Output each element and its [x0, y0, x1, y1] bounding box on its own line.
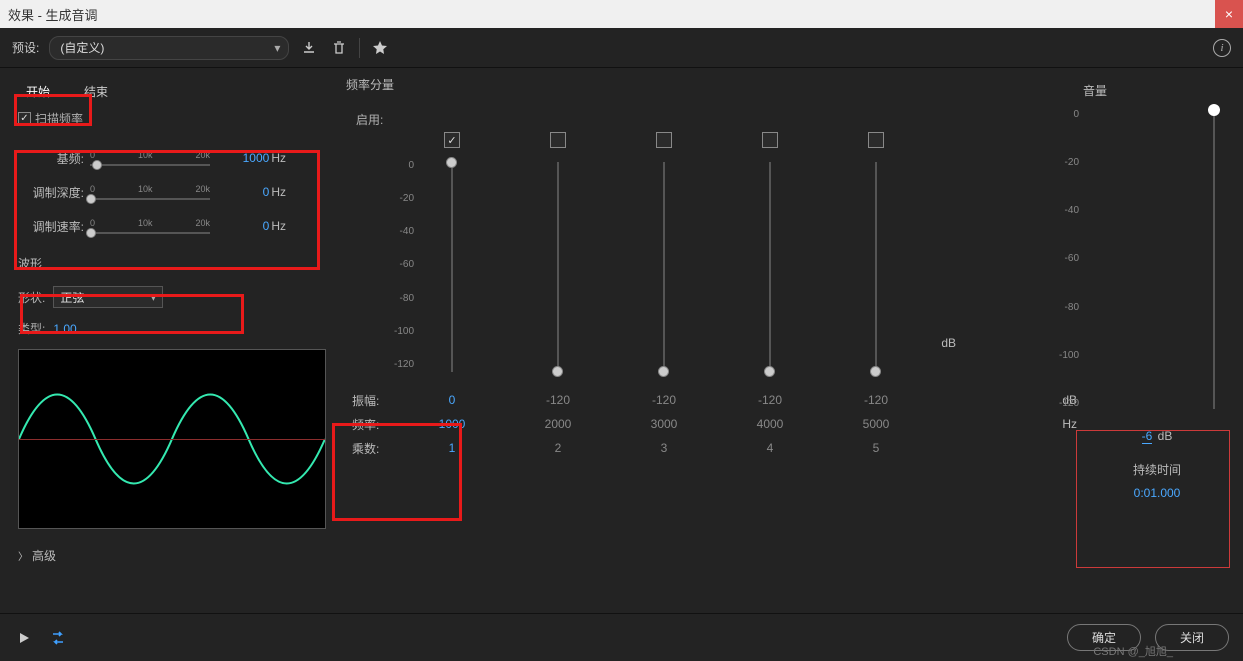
freq-amp-slider-1[interactable]: [451, 162, 453, 372]
amp-value-3[interactable]: -120: [624, 393, 704, 407]
sweep-label: 扫描频率: [35, 110, 83, 127]
type-value[interactable]: 1.00: [53, 322, 76, 336]
db-unit-label: dB: [941, 336, 956, 350]
freq-enable-checkbox-5[interactable]: [868, 132, 884, 148]
preset-label: 预设:: [12, 39, 39, 56]
save-preset-icon[interactable]: [299, 38, 319, 58]
mod-rate-label: 调制速率:: [18, 218, 84, 235]
play-icon[interactable]: [14, 628, 34, 648]
advanced-label: 高级: [32, 547, 56, 564]
mult-value-3[interactable]: 3: [624, 441, 704, 455]
volume-unit: dB: [1158, 429, 1173, 443]
chevron-right-icon: 〉: [18, 548, 28, 563]
preset-dropdown[interactable]: (自定义): [49, 36, 289, 60]
sweep-checkbox[interactable]: ✓: [18, 112, 31, 125]
freq-value-2[interactable]: 2000: [518, 417, 598, 431]
title-bar: 效果 - 生成音调: [0, 0, 1243, 28]
freq-enable-checkbox-2[interactable]: [550, 132, 566, 148]
base-freq-label: 基频:: [18, 150, 84, 167]
window-title: 效果 - 生成音调: [8, 5, 98, 24]
mult-label: 乘数:: [346, 440, 412, 457]
mult-value-5[interactable]: 5: [836, 441, 916, 455]
enable-label: 启用:: [350, 111, 416, 128]
freq-column-1: ✓: [412, 132, 492, 372]
bottom-bar: 确定 关闭: [0, 613, 1243, 661]
freq-value-5[interactable]: 5000: [836, 417, 916, 431]
preset-value: (自定义): [60, 39, 104, 56]
frequency-sliders: 基频: 010k20k 1000Hz 调制深度: 010k20k 0Hz: [12, 137, 332, 247]
mod-rate-value[interactable]: 0: [263, 219, 270, 233]
duration-label: 持续时间: [1083, 461, 1231, 478]
freq-enable-checkbox-1[interactable]: ✓: [444, 132, 460, 148]
mod-depth-slider[interactable]: [90, 198, 210, 200]
freq-enable-checkbox-4[interactable]: [762, 132, 778, 148]
mod-rate-slider[interactable]: [90, 232, 210, 234]
mult-value-1[interactable]: 1: [412, 441, 492, 455]
amp-value-1[interactable]: 0: [412, 393, 492, 407]
freq-enable-checkbox-3[interactable]: [656, 132, 672, 148]
top-toolbar: 预设: (自定义) i: [0, 28, 1243, 68]
tab-start[interactable]: 开始: [12, 79, 64, 104]
mod-depth-value[interactable]: 0: [263, 185, 270, 199]
waveform-section-label: 波形: [12, 253, 332, 274]
freq-column-5: [836, 132, 916, 372]
freq-amp-slider-3[interactable]: [663, 162, 665, 372]
advanced-toggle[interactable]: 〉 高级: [12, 541, 332, 570]
volume-slider[interactable]: [1213, 109, 1215, 409]
freq-column-3: [624, 132, 704, 372]
shape-dropdown[interactable]: 正弦: [53, 286, 163, 308]
shape-label: 形状:: [18, 289, 45, 306]
type-label: 类型:: [18, 320, 45, 337]
amp-label: 振幅:: [346, 392, 412, 409]
mult-value-4[interactable]: 4: [730, 441, 810, 455]
base-freq-value[interactable]: 1000: [243, 151, 270, 165]
freq-value-1[interactable]: 1000: [412, 417, 492, 431]
volume-label: 音量: [1083, 82, 1231, 99]
freq-amp-slider-5[interactable]: [875, 162, 877, 372]
favorite-icon[interactable]: [370, 38, 390, 58]
volume-value[interactable]: -6: [1142, 429, 1153, 444]
hz-unit-label: Hz: [1062, 417, 1077, 431]
freq-column-2: [518, 132, 598, 372]
info-icon[interactable]: i: [1213, 39, 1231, 57]
amp-value-2[interactable]: -120: [518, 393, 598, 407]
base-freq-slider[interactable]: [90, 164, 210, 166]
waveform-preview: [18, 349, 326, 529]
amp-value-5[interactable]: -120: [836, 393, 916, 407]
tab-end[interactable]: 结束: [70, 79, 122, 104]
shape-value: 正弦: [60, 289, 84, 306]
freq-row-label: 频率:: [346, 416, 412, 433]
freq-amp-slider-2[interactable]: [557, 162, 559, 372]
delete-preset-icon[interactable]: [329, 38, 349, 58]
close-icon[interactable]: ×: [1215, 0, 1243, 28]
loop-icon[interactable]: [48, 628, 68, 648]
freq-column-4: [730, 132, 810, 372]
freq-value-3[interactable]: 3000: [624, 417, 704, 431]
mult-value-2[interactable]: 2: [518, 441, 598, 455]
separator: [359, 38, 360, 58]
freq-components-label: 频率分量: [346, 76, 1083, 93]
freq-value-4[interactable]: 4000: [730, 417, 810, 431]
amp-value-4[interactable]: -120: [730, 393, 810, 407]
duration-value[interactable]: 0:01.000: [1083, 486, 1231, 500]
mod-depth-label: 调制深度:: [18, 184, 84, 201]
freq-amp-slider-4[interactable]: [769, 162, 771, 372]
watermark: CSDN @_旭旭_: [1093, 643, 1173, 659]
